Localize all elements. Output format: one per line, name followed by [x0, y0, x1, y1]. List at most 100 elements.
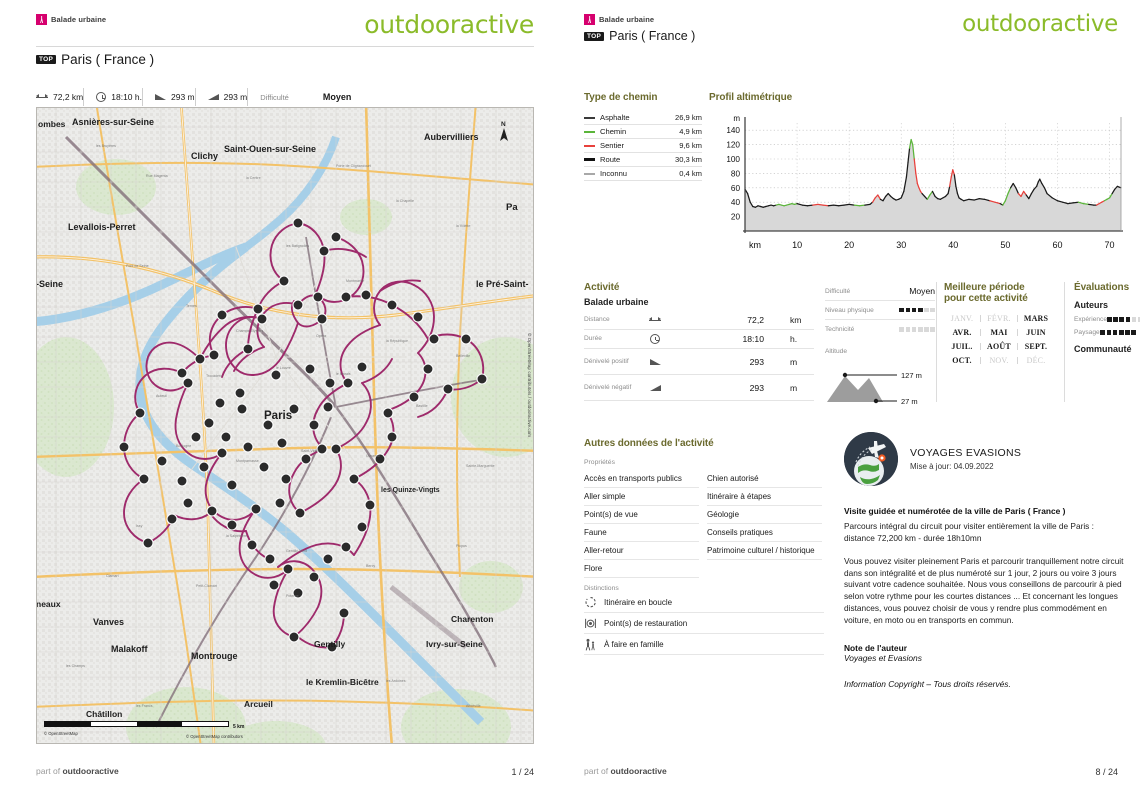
month-cell: SEPT.: [1024, 342, 1048, 351]
footer-brandname-right: outdooractive: [610, 766, 667, 776]
rating-dot: [1131, 330, 1136, 335]
svg-text:les Quinze-Vingts: les Quinze-Vingts: [381, 487, 440, 494]
experience-dots: [1107, 317, 1140, 322]
distinction-label: À faire en famille: [604, 639, 664, 649]
page-number-left: 1 / 24: [511, 767, 534, 777]
author-summary: Parcours intégral du circuit pour visite…: [844, 521, 1094, 544]
activity-row-ascent: Dénivelé positif 293 m: [584, 349, 814, 375]
svg-text:l'Arsenal: l'Arsenal: [366, 454, 380, 458]
author-section: VOYAGES EVASIONS Mise à jour: 04.09.2022…: [844, 432, 1126, 689]
elevation-chart-svg: 20 40 60 80 100 120 140 m 10 20 30 40 50 60 70 km: [726, 114, 1123, 250]
svg-text:Aubervilliers: Aubervilliers: [424, 132, 479, 142]
rating-dot: [924, 327, 929, 332]
path-type-value: 30,3 km: [674, 155, 702, 164]
stat-bar: 72,2 km 18:10 h. 293 m 293 m Difficulté …: [36, 88, 534, 106]
distance-icon: [36, 92, 48, 102]
rating-dot: [930, 307, 935, 313]
month-cell: JANV.: [950, 314, 974, 323]
activity-unit: m: [790, 356, 798, 367]
svg-text:Saint-Victor: Saint-Victor: [301, 449, 320, 453]
svg-text:ombes: ombes: [38, 119, 66, 129]
activity-section: Activité Balade urbaine Distance 72,2 km…: [584, 282, 824, 401]
landscape-label: Paysage: [1074, 329, 1100, 336]
rating-dot: [918, 327, 923, 332]
svg-text:40: 40: [731, 198, 741, 207]
path-type-row: Chemin 4,9 km: [584, 125, 702, 139]
map-scale-bar: [44, 721, 229, 727]
ascent-icon: [640, 358, 670, 365]
rating-dot: [905, 327, 911, 332]
property-item: Flore: [584, 560, 699, 578]
author-name: VOYAGES EVASIONS: [910, 447, 1022, 459]
svg-text:Auteuil: Auteuil: [156, 394, 167, 398]
distance-icon: [640, 315, 670, 325]
experience-label: Expérience: [1074, 316, 1107, 323]
route-map[interactable]: ombes Asnières-sur-Seine Saint-Ouen-sur-…: [36, 107, 534, 744]
path-color-swatch: [584, 172, 595, 175]
footer-brand-left: part of outdooractive: [36, 766, 119, 776]
ratings-section: Évaluations Auteurs Expérience Paysage C…: [1074, 282, 1140, 354]
svg-text:Ivry-sur-Seine: Ivry-sur-Seine: [426, 639, 483, 649]
fitness-dots: [899, 307, 935, 313]
difficulty-label: Difficulté: [825, 287, 851, 295]
top-badge-left: TOP: [36, 55, 57, 64]
svg-text:Arcueil: Arcueil: [244, 699, 273, 709]
path-type-value: 0,4 km: [679, 169, 702, 178]
activity-rows: Distance 72,2 km Durée 18:10 h. Dénivelé…: [584, 311, 814, 401]
svg-text:m: m: [733, 114, 740, 123]
rating-dot: [1125, 330, 1130, 335]
stat-ascent-value: 293 m: [170, 92, 195, 102]
stat-descent: 293 m: [194, 88, 247, 106]
ratings-title: Évaluations: [1074, 282, 1130, 293]
elevation-profile-section: Profil altimétrique 20 40 60 80 100 120 140 m 10…: [709, 92, 1129, 257]
category-label-right: Balade urbaine: [599, 15, 655, 24]
rating-dot: [1119, 330, 1124, 335]
rating-dot: [930, 327, 935, 332]
map-credit: © OpenStreetMap: [44, 731, 78, 736]
svg-text:Châtillon: Châtillon: [86, 709, 122, 719]
rating-dot: [1112, 330, 1118, 335]
fitness-row: Niveau physique: [825, 301, 935, 320]
map-scale-label: 5 km: [233, 724, 245, 730]
footer-brandname-left: outdooractive: [62, 766, 119, 776]
altitude-label: Altitude: [825, 348, 847, 355]
rating-dot: [1131, 317, 1137, 322]
activity-key: Durée: [584, 335, 602, 343]
svg-text:la Salpêtrière: la Salpêtrière: [226, 534, 247, 538]
descent-icon: [207, 94, 219, 100]
svg-text:Levallois-Perret: Levallois-Perret: [68, 222, 136, 232]
path-color-swatch: [584, 130, 595, 133]
elevation-chart: 20 40 60 80 100 120 140 m 10 20 30 40 50 60 70 km: [709, 109, 1127, 257]
svg-text:Bastille: Bastille: [416, 404, 428, 408]
svg-text:Alfortville: Alfortville: [466, 704, 481, 708]
svg-text:Gentilly: Gentilly: [314, 639, 345, 649]
month-cell: FÉVR.: [987, 314, 1011, 323]
path-type-list: Asphalte 26,9 km Chemin 4,9 km Sentier 9…: [584, 111, 702, 181]
svg-text:Sainte-Marguerite: Sainte-Marguerite: [466, 464, 495, 468]
rating-dot: [1119, 317, 1124, 322]
path-type-row: Inconnu 0,4 km: [584, 167, 702, 181]
svg-text:les Bruyères: les Bruyères: [96, 144, 116, 148]
month-row: JUIL. AOÛT SEPT.: [944, 342, 1064, 351]
page-left: outdooractive Balade urbaine TOP Paris (…: [0, 0, 570, 800]
svg-text:la Centre: la Centre: [246, 176, 261, 180]
rating-dot: [1125, 317, 1131, 322]
svg-text:le Pré-Saint-: le Pré-Saint-: [476, 279, 529, 289]
stat-duration: 18:10 h.: [83, 88, 142, 106]
rating-dot: [1106, 330, 1112, 335]
path-type-name: Chemin: [600, 127, 627, 136]
activity-row-distance: Distance 72,2 km: [584, 311, 814, 330]
category-row-left: Balade urbaine: [36, 14, 536, 25]
month-cell: DÉC.: [1026, 356, 1046, 365]
ratings-community-label: Communauté: [1074, 344, 1132, 354]
svg-text:20: 20: [844, 240, 854, 250]
svg-text:le Kremlin-Bicêtre: le Kremlin-Bicêtre: [306, 677, 379, 687]
svg-text:Petit-Clamart: Petit-Clamart: [196, 584, 217, 588]
svg-text:30: 30: [896, 240, 906, 250]
month-cell: MAI: [990, 328, 1008, 337]
best-period-section: Meilleure période pour cette activité JA…: [944, 282, 1064, 370]
distinctions-label: Distinctions: [584, 585, 619, 592]
descent-icon: [640, 384, 670, 391]
other-data-section: Autres données de l'activité Propriétés …: [584, 438, 824, 655]
page-title-right: TOP Paris ( France ): [584, 29, 695, 43]
